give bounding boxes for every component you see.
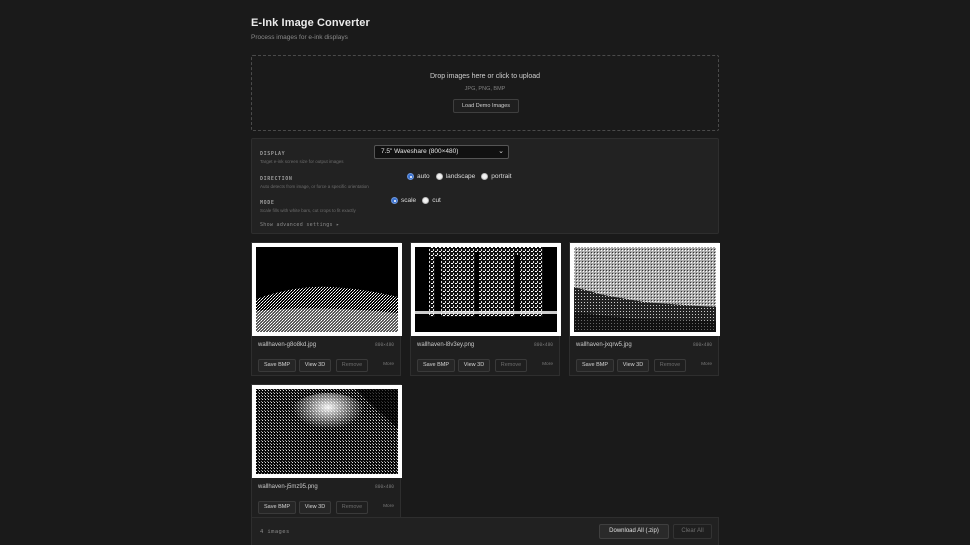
radio-label: auto bbox=[417, 173, 430, 180]
chevron-down-icon: ⌄ bbox=[498, 148, 504, 155]
save-bmp-button[interactable]: Save BMP bbox=[417, 359, 455, 372]
radio-label: landscape bbox=[445, 173, 476, 180]
mode-radio-cut[interactable]: cut bbox=[422, 197, 441, 204]
more-menu-button[interactable]: More bbox=[383, 504, 394, 509]
view-3d-button[interactable]: View 3D bbox=[299, 501, 331, 514]
image-filename: wallhaven-jxqrw5.jpg bbox=[576, 342, 632, 348]
radio-empty-icon bbox=[481, 173, 489, 180]
image-dimensions: 800×480 bbox=[693, 343, 712, 348]
image-dimensions: 800×480 bbox=[534, 343, 553, 348]
mode-radio-group: scale cut bbox=[391, 197, 447, 204]
more-menu-button[interactable]: More bbox=[701, 362, 712, 367]
display-desc: Target e-ink screen size for output imag… bbox=[260, 159, 344, 164]
image-preview[interactable] bbox=[574, 247, 716, 332]
radio-selected-icon bbox=[391, 197, 398, 204]
more-menu-button[interactable]: More bbox=[383, 362, 394, 367]
remove-button[interactable]: Remove bbox=[336, 501, 368, 514]
remove-button[interactable]: Remove bbox=[336, 359, 368, 372]
image-dimensions: 800×480 bbox=[375, 343, 394, 348]
more-menu-button[interactable]: More bbox=[542, 362, 553, 367]
remove-button[interactable]: Remove bbox=[654, 359, 686, 372]
image-count: 4 images bbox=[260, 529, 290, 535]
radio-empty-icon bbox=[422, 197, 430, 204]
direction-label: DIRECTION bbox=[260, 176, 293, 182]
radio-selected-icon bbox=[407, 173, 414, 180]
radio-empty-icon bbox=[435, 173, 443, 180]
image-preview[interactable] bbox=[415, 247, 557, 332]
radio-label: scale bbox=[401, 197, 417, 204]
mode-label: MODE bbox=[260, 200, 275, 206]
clear-all-button[interactable]: Clear All bbox=[673, 524, 712, 539]
dropzone-title: Drop images here or click to upload bbox=[429, 73, 541, 80]
direction-radio-auto[interactable]: auto bbox=[407, 173, 430, 180]
image-card: wallhaven-j5mz95.png 800×480 Save BMP Vi… bbox=[251, 384, 402, 518]
direction-desc: Auto detects from image, or force a spec… bbox=[260, 184, 369, 189]
image-preview-frame bbox=[570, 243, 720, 336]
dropzone-formats: JPG, PNG, BMP bbox=[464, 86, 506, 92]
radio-label: portrait bbox=[491, 173, 512, 180]
save-bmp-button[interactable]: Save BMP bbox=[258, 359, 296, 372]
direction-radio-portrait[interactable]: portrait bbox=[481, 173, 512, 180]
image-filename: wallhaven-l8v3ey.png bbox=[417, 342, 475, 348]
image-filename: wallhaven-g8o8kd.jpg bbox=[258, 342, 317, 348]
display-select[interactable]: 7.5" Waveshare (800×480) ⌄ bbox=[374, 145, 509, 159]
download-all-button[interactable]: Download All (.zip) bbox=[599, 524, 669, 539]
footer-bar: 4 images Download All (.zip) Clear All bbox=[251, 517, 719, 545]
advanced-settings-toggle[interactable]: Show advanced settings ▸ bbox=[260, 222, 339, 228]
page-subtitle: Process images for e-ink displays bbox=[251, 34, 348, 41]
image-card: wallhaven-jxqrw5.jpg 800×480 Save BMP Vi… bbox=[569, 242, 720, 376]
load-demo-button[interactable]: Load Demo Images bbox=[453, 99, 519, 113]
direction-radio-landscape[interactable]: landscape bbox=[435, 173, 476, 180]
view-3d-button[interactable]: View 3D bbox=[458, 359, 490, 372]
image-filename: wallhaven-j5mz95.png bbox=[258, 484, 318, 490]
image-dimensions: 800×480 bbox=[375, 485, 394, 490]
image-preview-frame bbox=[252, 243, 402, 336]
image-card: wallhaven-l8v3ey.png 800×480 Save BMP Vi… bbox=[410, 242, 561, 376]
mode-desc: Scale fills with white bars, cut crops t… bbox=[260, 208, 356, 213]
direction-radio-group: auto landscape portrait bbox=[407, 173, 518, 180]
settings-panel: DISPLAY Target e-ink screen size for out… bbox=[251, 138, 719, 234]
page-title: E-Ink Image Converter bbox=[251, 17, 370, 29]
app-container: E-Ink Image Converter Process images for… bbox=[251, 0, 720, 545]
image-preview[interactable] bbox=[256, 247, 398, 332]
mode-radio-scale[interactable]: scale bbox=[391, 197, 416, 204]
save-bmp-button[interactable]: Save BMP bbox=[576, 359, 614, 372]
image-card: wallhaven-g8o8kd.jpg 800×480 Save BMP Vi… bbox=[251, 242, 402, 376]
upload-dropzone[interactable]: Drop images here or click to upload JPG,… bbox=[251, 55, 719, 131]
save-bmp-button[interactable]: Save BMP bbox=[258, 501, 296, 514]
image-preview-frame bbox=[411, 243, 561, 336]
remove-button[interactable]: Remove bbox=[495, 359, 527, 372]
image-preview[interactable] bbox=[256, 389, 398, 474]
view-3d-button[interactable]: View 3D bbox=[617, 359, 649, 372]
image-preview-frame bbox=[252, 385, 402, 478]
display-select-value: 7.5" Waveshare (800×480) bbox=[381, 148, 459, 155]
view-3d-button[interactable]: View 3D bbox=[299, 359, 331, 372]
radio-label: cut bbox=[432, 197, 441, 204]
display-label: DISPLAY bbox=[260, 151, 286, 157]
